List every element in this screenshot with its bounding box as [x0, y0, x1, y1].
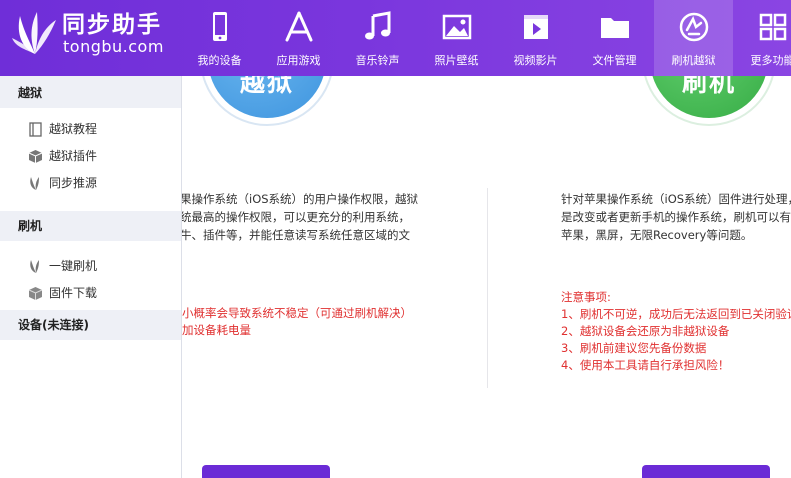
main-content: 越狱 刷机 果操作系统（iOS系统）的用户操作权限，越狱 统最高的操作权限，可以… [182, 76, 791, 478]
sidebar-section-jailbreak[interactable]: 越狱 [0, 78, 181, 108]
nav-label: 我的设备 [197, 54, 242, 67]
jailbreak-desc-line: 果操作系统（iOS系统）的用户操作权限，越狱 [182, 192, 419, 206]
brand-name: 同步助手 [62, 12, 162, 38]
music-note-icon [365, 11, 391, 40]
sidebar-item-label: 越狱教程 [49, 122, 98, 136]
flash-desc-line: 是改变或者更新手机的操作系统，刷机可以有效 [561, 210, 791, 224]
jailbreak-circle-text: 越狱 [239, 76, 294, 97]
tongbu-logo-icon [12, 12, 56, 54]
nav-label: 文件管理 [592, 54, 637, 67]
jailbreak-desc-line: 牛、插件等，并能任意读写系统任意区域的文 [182, 228, 410, 242]
nav-label: 刷机越狱 [671, 54, 716, 67]
top-header: 同步助手 tongbu.com 我的设备 应用游戏 音乐铃声 照片壁纸 视频影片… [0, 0, 791, 76]
sidebar-item-jailbreak-plugins[interactable]: 越狱插件 [0, 143, 181, 170]
tongbu-icon [30, 177, 39, 190]
nav-photos[interactable]: 照片壁纸 [417, 0, 496, 76]
more-grid-icon [759, 13, 787, 41]
flash-desc-line: 针对苹果操作系统（iOS系统）固件进行处理， [561, 192, 791, 206]
nav-flash-jailbreak[interactable]: 刷机越狱 [654, 0, 733, 76]
nav-apps-games[interactable]: 应用游戏 [259, 0, 338, 76]
nav-more[interactable]: 更多功能 [733, 0, 791, 76]
sidebar-item-label: 越狱插件 [49, 149, 98, 163]
flash-circle-text: 刷机 [681, 76, 736, 97]
nav-files[interactable]: 文件管理 [575, 0, 654, 76]
sidebar: 越狱 越狱教程 越狱插件 同步推源 刷机 一键刷机 固件下载 设备(未连接) [0, 76, 182, 478]
cube-icon [28, 287, 43, 300]
nav-videos[interactable]: 视频影片 [496, 0, 575, 76]
flash-notice-line: 4、使用本工具请自行承担风险！ [561, 358, 730, 372]
column-divider [487, 188, 488, 388]
sidebar-section-device[interactable]: 设备(未连接) [0, 310, 181, 340]
picture-icon [442, 14, 472, 40]
nav-music[interactable]: 音乐铃声 [338, 0, 417, 76]
nav-label: 应用游戏 [276, 54, 321, 67]
flash-jailbreak-icon [679, 12, 709, 42]
sidebar-item-jailbreak-tutorial[interactable]: 越狱教程 [0, 116, 181, 143]
book-icon [29, 122, 42, 137]
sidebar-section-flash[interactable]: 刷机 [0, 211, 181, 241]
jailbreak-warning-line: 加设备耗电量 [182, 323, 251, 337]
video-icon [524, 15, 548, 39]
nav-label: 音乐铃声 [355, 54, 400, 67]
phone-icon [213, 12, 227, 41]
nav-label: 更多功能 [750, 54, 791, 67]
sidebar-item-label: 一键刷机 [49, 259, 98, 273]
main-nav: 我的设备 应用游戏 音乐铃声 照片壁纸 视频影片 文件管理 刷机越狱 更多功能 [180, 0, 791, 76]
app-store-icon [285, 11, 313, 42]
nav-label: 照片壁纸 [434, 54, 479, 67]
brand-domain: tongbu.com [63, 37, 164, 56]
sidebar-item-tongbu-source[interactable]: 同步推源 [0, 170, 181, 197]
nav-my-device[interactable]: 我的设备 [180, 0, 259, 76]
start-jailbreak-button[interactable] [202, 465, 330, 478]
folder-icon [601, 18, 629, 38]
box-icon [28, 150, 43, 163]
sidebar-item-label: 同步推源 [49, 176, 98, 190]
sidebar-item-one-click-flash[interactable]: 一键刷机 [0, 253, 181, 280]
jailbreak-desc-line: 统最高的操作权限，可以更充分的利用系统， [182, 210, 410, 224]
nav-label: 视频影片 [513, 54, 558, 67]
sidebar-item-firmware-download[interactable]: 固件下载 [0, 280, 181, 307]
tongbu-icon [30, 260, 39, 273]
start-flash-button[interactable] [642, 465, 770, 478]
sidebar-item-label: 固件下载 [49, 286, 98, 300]
flash-desc-line: 苹果，黑屏，无限Recovery等问题。 [561, 228, 753, 242]
